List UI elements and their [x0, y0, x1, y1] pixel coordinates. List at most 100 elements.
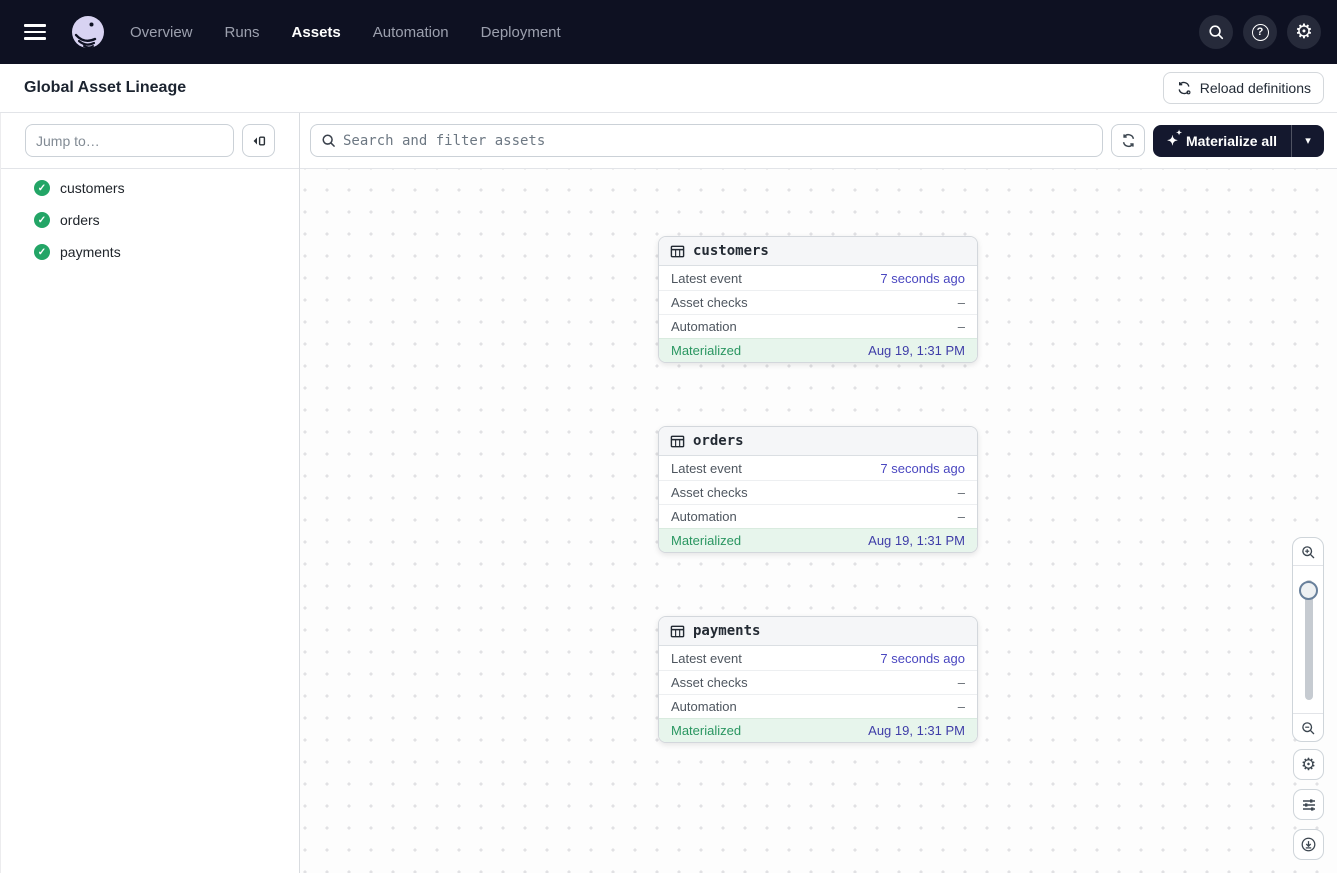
- asset-node-customers[interactable]: customers Latest event 7 seconds ago Ass…: [658, 236, 978, 363]
- automation-row: Automation –: [659, 694, 977, 718]
- tune-sliders-icon: [1301, 797, 1317, 813]
- refresh-button[interactable]: [1111, 124, 1145, 157]
- latest-event-row: Latest event 7 seconds ago: [659, 646, 977, 670]
- materialize-options-button[interactable]: ▾: [1291, 125, 1324, 157]
- reload-definitions-label: Reload definitions: [1200, 80, 1311, 96]
- row-label: Latest event: [671, 461, 742, 476]
- gear-icon: ⚙: [1295, 22, 1313, 42]
- materialized-timestamp[interactable]: Aug 19, 1:31 PM: [868, 723, 965, 738]
- asset-card-header: payments: [659, 617, 977, 646]
- latest-event-link[interactable]: 7 seconds ago: [880, 461, 965, 476]
- search-icon: [1207, 23, 1225, 41]
- page-title: Global Asset Lineage: [24, 79, 186, 97]
- lineage-toolbar: ✦✦ Materialize all ▾: [300, 113, 1337, 169]
- table-icon: [670, 434, 685, 449]
- sidebar-asset-list: ✓ customers ✓ orders ✓ payments: [1, 169, 299, 268]
- sidebar-asset-name: payments: [60, 244, 121, 260]
- nav-automation[interactable]: Automation: [373, 24, 449, 41]
- asset-card-header: orders: [659, 427, 977, 456]
- row-label: Automation: [671, 699, 737, 714]
- row-label: Automation: [671, 509, 737, 524]
- graph-filters-button[interactable]: [1293, 789, 1324, 820]
- asset-name: orders: [693, 433, 744, 449]
- row-label: Latest event: [671, 271, 742, 286]
- materialize-all-button[interactable]: ✦✦ Materialize all: [1153, 125, 1291, 157]
- status-badge: Materialized: [671, 723, 741, 738]
- settings-button[interactable]: ⚙: [1287, 15, 1321, 49]
- graph-settings-button[interactable]: ⚙: [1293, 749, 1324, 780]
- collapse-panel-button[interactable]: [242, 124, 275, 157]
- materialized-status-row: Materialized Aug 19, 1:31 PM: [659, 338, 977, 362]
- table-icon: [670, 244, 685, 259]
- sparkle-icon: ✦✦: [1167, 134, 1178, 147]
- download-circle-icon: [1300, 836, 1317, 853]
- zoom-in-button[interactable]: [1293, 538, 1323, 566]
- asset-card-header: customers: [659, 237, 977, 266]
- sidebar-item-orders[interactable]: ✓ orders: [1, 204, 299, 236]
- latest-event-row: Latest event 7 seconds ago: [659, 456, 977, 480]
- status-badge: Materialized: [671, 533, 741, 548]
- gear-icon: ⚙: [1301, 756, 1316, 773]
- page-header: Global Asset Lineage Reload definitions: [0, 64, 1337, 113]
- dagster-logo-icon[interactable]: [68, 12, 108, 52]
- materialize-all-split-button: ✦✦ Materialize all ▾: [1153, 125, 1324, 157]
- zoom-slider[interactable]: [1293, 566, 1323, 713]
- row-label: Asset checks: [671, 485, 748, 500]
- latest-event-row: Latest event 7 seconds ago: [659, 266, 977, 290]
- status-badge: Materialized: [671, 343, 741, 358]
- row-value: –: [958, 675, 965, 690]
- materialized-status-row: Materialized Aug 19, 1:31 PM: [659, 528, 977, 552]
- collapse-panel-icon: [251, 133, 267, 149]
- materialize-all-label: Materialize all: [1186, 133, 1277, 149]
- download-view-button[interactable]: [1293, 829, 1324, 860]
- sidebar-asset-name: customers: [60, 180, 125, 196]
- search-icon: [320, 132, 337, 149]
- row-label: Asset checks: [671, 675, 748, 690]
- automation-row: Automation –: [659, 504, 977, 528]
- zoom-slider-handle[interactable]: [1299, 581, 1318, 600]
- automation-row: Automation –: [659, 314, 977, 338]
- lineage-graph-canvas[interactable]: customers Latest event 7 seconds ago Ass…: [300, 169, 1337, 873]
- nav-links: Overview Runs Assets Automation Deployme…: [130, 24, 561, 41]
- top-navigation: Overview Runs Assets Automation Deployme…: [0, 0, 1337, 64]
- asset-tree-sidebar: ✓ customers ✓ orders ✓ payments: [0, 113, 300, 873]
- row-value: –: [958, 295, 965, 310]
- zoom-out-icon: [1300, 720, 1316, 736]
- refresh-icon: [1120, 132, 1137, 149]
- nav-runs[interactable]: Runs: [225, 24, 260, 41]
- asset-checks-row: Asset checks –: [659, 480, 977, 504]
- zoom-controls: [1292, 537, 1324, 742]
- materialized-status-row: Materialized Aug 19, 1:31 PM: [659, 718, 977, 742]
- sidebar-item-payments[interactable]: ✓ payments: [1, 236, 299, 268]
- asset-node-orders[interactable]: orders Latest event 7 seconds ago Asset …: [658, 426, 978, 553]
- row-label: Latest event: [671, 651, 742, 666]
- latest-event-link[interactable]: 7 seconds ago: [880, 271, 965, 286]
- materialized-timestamp[interactable]: Aug 19, 1:31 PM: [868, 343, 965, 358]
- latest-event-link[interactable]: 7 seconds ago: [880, 651, 965, 666]
- reload-definitions-button[interactable]: Reload definitions: [1163, 72, 1324, 104]
- row-label: Automation: [671, 319, 737, 334]
- materialized-check-icon: ✓: [34, 244, 50, 260]
- chevron-down-icon: ▾: [1305, 134, 1311, 147]
- search-button[interactable]: [1199, 15, 1233, 49]
- topnav-actions: ? ⚙: [1199, 15, 1321, 49]
- help-button[interactable]: ?: [1243, 15, 1277, 49]
- asset-node-payments[interactable]: payments Latest event 7 seconds ago Asse…: [658, 616, 978, 743]
- row-label: Asset checks: [671, 295, 748, 310]
- help-icon: ?: [1252, 24, 1269, 41]
- zoom-out-button[interactable]: [1293, 713, 1323, 741]
- reload-icon: [1176, 80, 1192, 96]
- materialized-check-icon: ✓: [34, 180, 50, 196]
- sidebar-item-customers[interactable]: ✓ customers: [1, 172, 299, 204]
- sidebar-asset-name: orders: [60, 212, 100, 228]
- row-value: –: [958, 319, 965, 334]
- nav-overview[interactable]: Overview: [130, 24, 193, 41]
- materialized-timestamp[interactable]: Aug 19, 1:31 PM: [868, 533, 965, 548]
- nav-assets[interactable]: Assets: [292, 24, 341, 41]
- menu-icon[interactable]: [24, 18, 52, 46]
- asset-name: customers: [693, 243, 769, 259]
- asset-name: payments: [693, 623, 760, 639]
- nav-deployment[interactable]: Deployment: [481, 24, 561, 41]
- asset-search-input[interactable]: [310, 124, 1103, 157]
- jump-to-input[interactable]: [25, 124, 234, 157]
